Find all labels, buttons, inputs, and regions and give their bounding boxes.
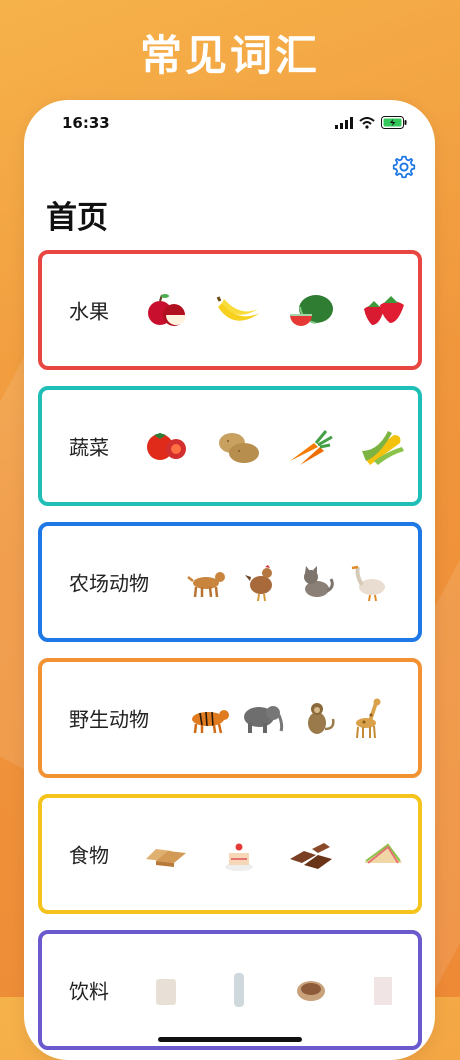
monkey-icon: [289, 691, 343, 745]
bread-icon: [140, 827, 194, 881]
category-thumbnails: [140, 254, 410, 366]
cake-icon: [212, 827, 266, 881]
bottle-icon: [212, 963, 266, 1017]
status-icons: [335, 116, 407, 129]
category-label: 食物: [69, 843, 109, 868]
category-label: 饮料: [69, 979, 109, 1004]
apple-icon: [140, 283, 194, 337]
banana-icon: [212, 283, 266, 337]
tiger-icon: [182, 691, 236, 745]
category-list: 水果 蔬菜 农场动物 野生动物 食物 饮料: [38, 250, 422, 1060]
giraffe-icon: [343, 691, 397, 745]
category-card-food[interactable]: 食物: [38, 794, 422, 914]
category-label: 水果: [69, 299, 109, 324]
home-indicator: [157, 1037, 302, 1042]
coffee-icon: [284, 963, 338, 1017]
potato-icon: [212, 419, 266, 473]
category-thumbnails: [140, 390, 410, 502]
settings-gear-icon[interactable]: [391, 154, 417, 180]
chocolate-icon: [284, 827, 338, 881]
phone-frame: 16:33 首页 水果 蔬菜 农场动物 野生动物 食物 饮料: [24, 100, 435, 1060]
glass-icon: [356, 963, 410, 1017]
wifi-icon: [359, 116, 375, 129]
goose-icon: [343, 555, 397, 609]
signal-icon: [335, 116, 353, 129]
category-card-drinks[interactable]: 饮料: [38, 930, 422, 1050]
tomato-icon: [140, 419, 194, 473]
page-title: 首页: [46, 200, 108, 236]
category-card-vegetables[interactable]: 蔬菜: [38, 386, 422, 506]
carrot-icon: [284, 419, 338, 473]
category-label: 蔬菜: [69, 435, 109, 460]
category-label: 农场动物: [69, 571, 149, 596]
category-card-wild-animals[interactable]: 野生动物: [38, 658, 422, 778]
sandwich-icon: [356, 827, 410, 881]
chicken-icon: [236, 555, 290, 609]
watermelon-icon: [284, 283, 338, 337]
corn-icon: [356, 419, 410, 473]
status-bar: 16:33: [24, 100, 435, 146]
category-label: 野生动物: [69, 707, 149, 732]
category-card-fruit[interactable]: 水果: [38, 250, 422, 370]
promo-headline: 常见词汇: [139, 31, 320, 80]
strawberry-icon: [356, 283, 410, 337]
cup-icon: [140, 963, 194, 1017]
battery-icon: [381, 116, 407, 129]
status-time: 16:33: [62, 114, 110, 132]
dog-icon: [182, 555, 236, 609]
cat-icon: [289, 555, 343, 609]
category-thumbnails: [140, 798, 410, 910]
category-thumbnails: [182, 662, 396, 774]
category-thumbnails: [182, 526, 396, 638]
category-thumbnails: [140, 934, 410, 1046]
elephant-icon: [236, 691, 290, 745]
category-card-farm-animals[interactable]: 农场动物: [38, 522, 422, 642]
